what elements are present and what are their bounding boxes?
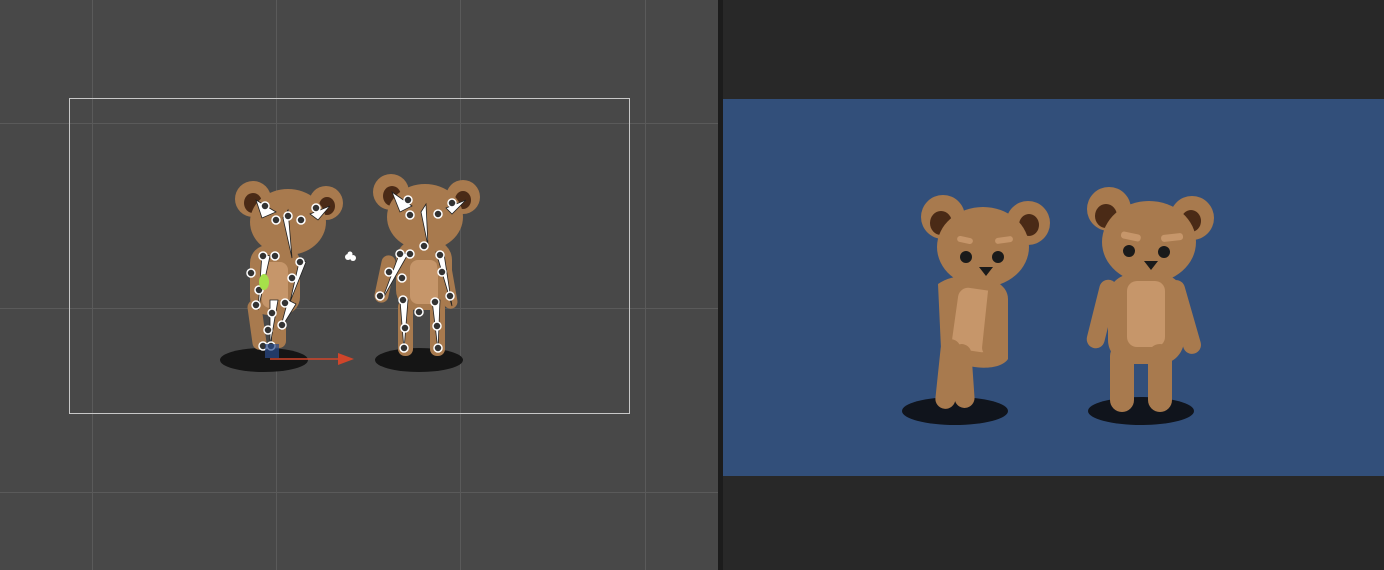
scene-bear-right[interactable] [373, 174, 480, 372]
move-tool-plane-handle[interactable] [265, 344, 279, 358]
move-tool-y-axis[interactable] [259, 274, 269, 290]
game-canvas [723, 99, 1384, 476]
game-bear-left [902, 195, 1050, 425]
light-gizmo-icon[interactable] [345, 251, 356, 262]
game-render [902, 187, 1214, 425]
game-bear-right [1086, 187, 1214, 425]
shadow [375, 348, 463, 372]
scene-bear-left[interactable] [220, 181, 343, 372]
scene-view[interactable] [0, 0, 718, 570]
scene-canvas[interactable] [0, 0, 718, 570]
shadow [220, 348, 308, 372]
shadow [1088, 397, 1194, 425]
game-view[interactable] [723, 0, 1384, 570]
